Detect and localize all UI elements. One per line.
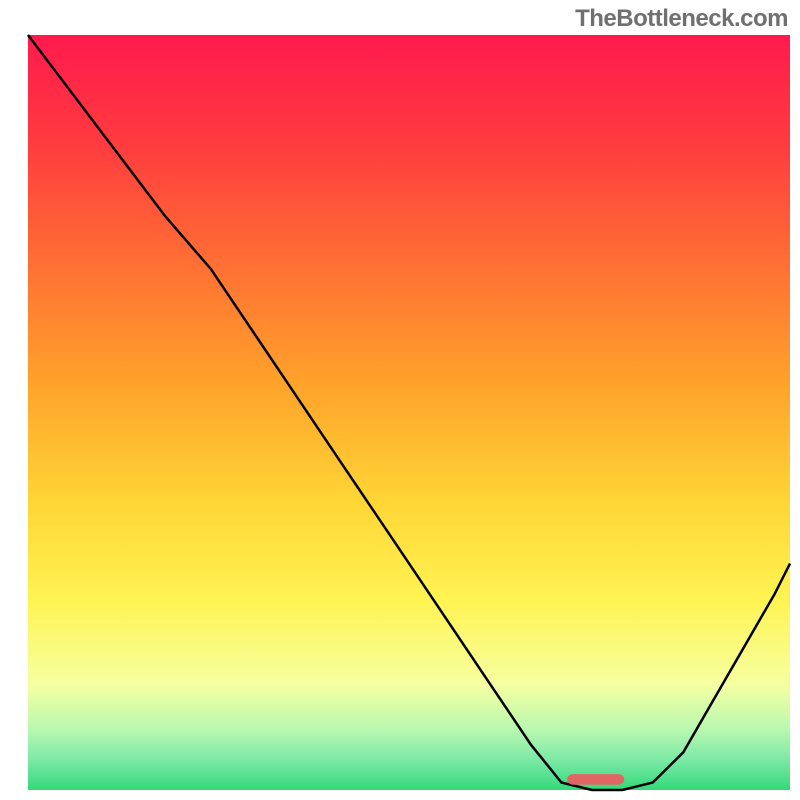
bottleneck-chart: TheBottleneck.com bbox=[0, 0, 800, 800]
optimal-marker bbox=[567, 774, 624, 785]
watermark-text: TheBottleneck.com bbox=[575, 5, 788, 33]
chart-svg bbox=[0, 0, 800, 800]
plot-background-gradient bbox=[28, 35, 790, 790]
